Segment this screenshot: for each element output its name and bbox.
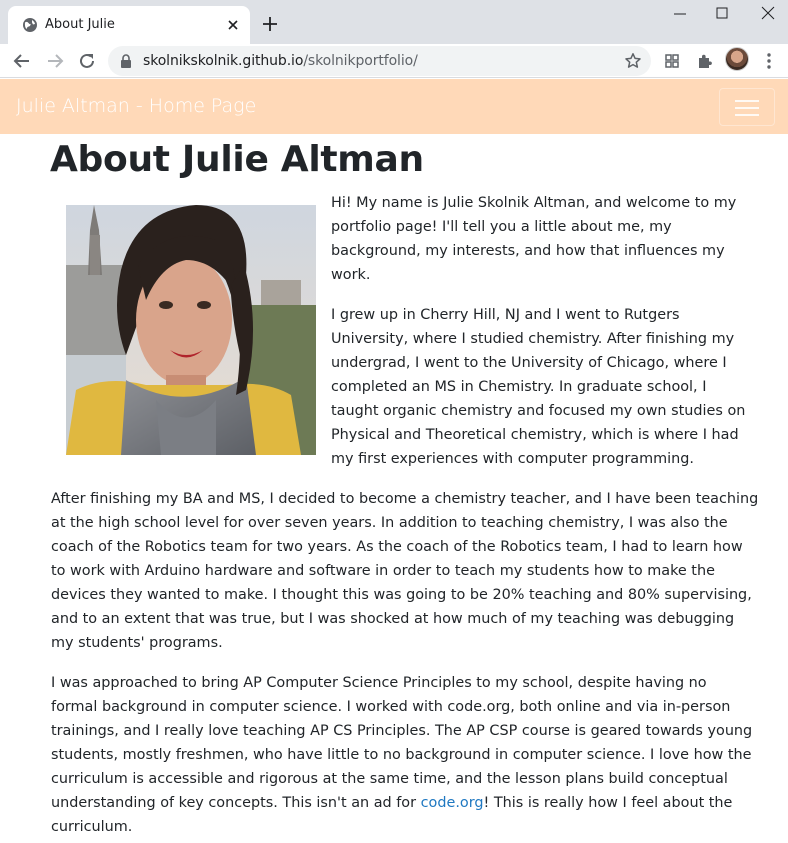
address-bar[interactable]: skolnikskolnik.github.io/skolnikportfoli… (108, 46, 651, 76)
text-line: undergrad, I went to the University of C… (331, 355, 727, 371)
text-line: my first experiences with computer progr… (331, 451, 694, 467)
extension-grid-icon[interactable] (662, 51, 682, 71)
text-line: trainings, and I really love teaching AP… (51, 723, 753, 739)
text-line: curriculum. (51, 819, 133, 835)
teaching-paragraph: After finishing my BA and MS, I decided … (51, 487, 759, 655)
text-line: understanding of key concepts. This isn'… (51, 791, 751, 815)
lock-icon (121, 54, 131, 68)
back-arrow-icon[interactable] (11, 50, 33, 72)
code-org-link[interactable]: code.org (421, 795, 484, 811)
browser-tab[interactable]: About Julie (8, 6, 250, 44)
minimize-icon[interactable] (669, 4, 691, 24)
text-line: completed an MS in Chemistry. In graduat… (331, 379, 707, 395)
text-line: curriculum is accessible and rigorous at… (51, 771, 728, 787)
text-line: and to an extent that was true, but I wa… (51, 611, 735, 627)
window-close-icon[interactable] (757, 4, 779, 24)
page-title: About Julie Altman (50, 139, 424, 180)
text-line: at the high school level for over seven … (51, 515, 728, 531)
text-line: portfolio page! I'll tell you a little a… (331, 219, 672, 235)
text-line: work. (331, 267, 371, 283)
hamburger-bar (735, 107, 759, 109)
text-line: Physical and Theoretical chemistry, whic… (331, 427, 739, 443)
navbar-brand-link[interactable]: Julie Altman - Home Page (16, 95, 256, 117)
text-line: coach of the Robotics team for two years… (51, 539, 743, 555)
text-line: taught organic chemistry and focused my … (331, 403, 746, 419)
url-text: skolnikskolnik.github.io/skolnikportfoli… (143, 53, 418, 69)
puzzle-extensions-icon[interactable] (695, 51, 715, 71)
profile-photo (66, 205, 316, 455)
navbar-toggle-button[interactable] (719, 88, 775, 126)
globe-icon (23, 18, 37, 32)
close-icon[interactable] (224, 16, 242, 34)
profile-avatar[interactable] (725, 47, 749, 71)
reload-icon[interactable] (76, 50, 98, 72)
browser-toolbar: skolnikskolnik.github.io/skolnikportfoli… (0, 44, 788, 78)
site-navbar: Julie Altman - Home Page (0, 79, 788, 134)
text-line: formal background in computer science. I… (51, 699, 731, 715)
hamburger-bar (735, 100, 759, 102)
text-line: devices they wanted to make. I thought t… (51, 587, 752, 603)
forward-arrow-icon[interactable] (44, 50, 66, 72)
text-line: background, my interests, and how that i… (331, 243, 725, 259)
intro-paragraph: Hi! My name is Julie Skolnik Altman, and… (331, 191, 741, 287)
text-line: to work with Arduino hardware and softwa… (51, 563, 715, 579)
text-line: Hi! My name is Julie Skolnik Altman, and… (331, 195, 737, 211)
text-segment: ! This is really how I feel about the (483, 795, 733, 811)
text-line: I grew up in Cherry Hill, NJ and I went … (331, 307, 680, 323)
text-line: students, mostly freshmen, who have litt… (51, 747, 752, 763)
maximize-icon[interactable] (711, 4, 733, 24)
hamburger-bar (735, 114, 759, 116)
text-line: University, where I studied chemistry. A… (331, 331, 735, 347)
more-menu-icon[interactable] (759, 51, 779, 71)
background-paragraph: I grew up in Cherry Hill, NJ and I went … (331, 303, 746, 471)
page-content: About Julie Altman Hi! My name is Julie … (0, 134, 788, 843)
bookmark-star-icon[interactable] (624, 52, 642, 70)
text-segment: understanding of key concepts. This isn'… (51, 795, 421, 811)
text-line: After finishing my BA and MS, I decided … (51, 491, 759, 507)
tab-title: About Julie (45, 17, 115, 32)
browser-titlebar: About Julie (0, 0, 788, 44)
text-line: my students' programs. (51, 635, 223, 651)
url-host: skolnikskolnik.github.io (143, 53, 304, 69)
cs-principles-paragraph: I was approached to bring AP Computer Sc… (51, 671, 753, 839)
text-line: I was approached to bring AP Computer Sc… (51, 675, 707, 691)
url-path: /skolnikportfolio/ (303, 53, 418, 69)
new-tab-icon[interactable] (260, 14, 280, 34)
